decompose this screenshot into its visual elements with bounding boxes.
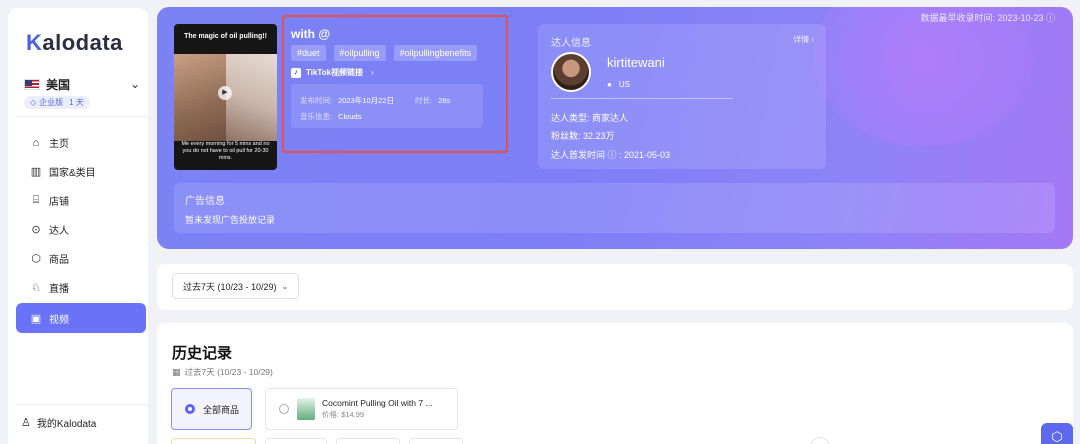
radio-selected[interactable] <box>185 404 195 414</box>
creator-info-header: 达人信息 <box>551 38 591 49</box>
history-section: 历史记录 ▦ 过去7天 (10/23 - 10/29) 全部商品 Cocomint… <box>157 323 1073 444</box>
product-price: 价格: $14.99 <box>322 410 365 419</box>
sidebar-divider <box>16 116 148 117</box>
product-thumbnail <box>297 398 315 420</box>
hashtag[interactable]: #oilpullingbenefits <box>393 45 478 61</box>
video-meta: 发布时间: 2023年10月22日 时长: 28s 音乐信息: Clouds <box>291 84 483 128</box>
hashtag[interactable]: #duet <box>291 45 326 61</box>
creator-type: 达人类型: 商家达人 <box>551 113 629 123</box>
bank-icon: ▥ <box>30 166 42 178</box>
ad-info-text: 暂未发现广告投放记录 <box>185 215 276 225</box>
store-icon: ⌸ <box>32 194 40 206</box>
ad-info-header: 广告信息 <box>185 196 225 207</box>
tiktok-video-link[interactable]: ♪ TikTok视频链接 › <box>291 67 374 78</box>
sidebar-nav: ⌂ 主页 ▥ 国家&类目 ⌸ 店铺 ⊙ 达人 ⬡ 商品 ♘ 直播 ▣ 视频 <box>16 128 146 333</box>
duration: 28s <box>438 96 451 105</box>
tiktok-icon: ♪ <box>291 67 301 78</box>
music-info: Clouds <box>338 112 362 121</box>
pin-icon: ⊙ <box>31 224 41 236</box>
us-flag-icon <box>24 78 40 90</box>
creator-location: ● US <box>607 80 630 89</box>
sidebar-item-home[interactable]: ⌂ 主页 <box>16 128 146 157</box>
thumbnail-left-frame <box>174 54 226 141</box>
metric-tab[interactable] <box>409 438 463 444</box>
history-title: 历史记录 <box>172 345 233 362</box>
creator-avatar[interactable] <box>551 52 591 92</box>
sidebar-item-video[interactable]: ▣ 视频 <box>16 303 146 333</box>
thumbnail-caption: Me every morning for 5 mins and no you d… <box>181 141 270 161</box>
hashtag[interactable]: #oilpulling <box>333 45 386 61</box>
creator-divider <box>551 98 733 99</box>
calendar-icon: ▦ <box>172 366 181 377</box>
location-pin-icon: ● <box>607 80 612 89</box>
hero-glow <box>813 7 1033 147</box>
my-kalodata-link[interactable]: ♙ 我的Kalodata <box>21 415 96 430</box>
option-product[interactable]: Cocomint Pulling Oil with 7 ... 价格: $14.… <box>265 388 458 430</box>
date-range-dropdown[interactable]: 过去7天 (10/23 - 10/29) ⌄ <box>172 273 300 299</box>
data-update-time: 数据最早收录时间: 2023-10-23 ⓘ <box>920 13 1055 23</box>
sidebar-item-country-category[interactable]: ▥ 国家&类目 <box>16 157 146 186</box>
video-title: with @ <box>291 27 331 41</box>
ad-info-card: 广告信息 暂未发现广告投放记录 <box>174 183 1055 233</box>
radio-unselected[interactable] <box>279 404 289 414</box>
metric-tab[interactable] <box>336 438 400 444</box>
chevron-down-icon: ⌄ <box>281 281 289 291</box>
creator-followers: 粉丝数: 32.23万 <box>551 131 615 141</box>
metric-tab[interactable] <box>265 438 327 444</box>
hashtag-list: #duet #oilpulling #oilpullingbenefits <box>291 45 485 61</box>
creator-first-post: 达人首发时间 ⓘ : 2021-05-03 <box>551 150 671 160</box>
user-icon: ♙ <box>21 417 31 429</box>
sidebar-item-creator[interactable]: ⊙ 达人 <box>16 215 146 244</box>
sidebar-item-product[interactable]: ⬡ 商品 <box>16 244 146 273</box>
option-all-products[interactable]: 全部商品 <box>171 388 252 430</box>
region-name: 美国 <box>46 77 71 92</box>
sidebar-item-shop[interactable]: ⌸ 店铺 <box>16 186 146 215</box>
video-thumbnail[interactable]: The magic of oil pulling!! ▶ Me every mo… <box>174 24 277 170</box>
box-icon: ⬡ <box>31 253 41 265</box>
kalodata-logo[interactable]: Kalodata <box>26 30 123 56</box>
chevron-down-icon[interactable]: ⌄ <box>130 77 140 91</box>
creator-name[interactable]: kirtitewani <box>607 55 665 70</box>
history-subtitle: ▦ 过去7天 (10/23 - 10/29) <box>172 366 273 378</box>
date-filter-bar: 过去7天 (10/23 - 10/29) ⌄ <box>157 264 1073 310</box>
product-name: Cocomint Pulling Oil with 7 ... <box>322 398 433 408</box>
video-icon: ▣ <box>30 312 42 325</box>
video-hero-panel: 数据最早收录时间: 2023-10-23 ⓘ The magic of oil … <box>157 7 1073 249</box>
creator-detail-link[interactable]: 详情 › <box>793 34 814 45</box>
thumbnail-right-frame <box>226 54 277 141</box>
sidebar-item-live[interactable]: ♘ 直播 <box>16 273 146 302</box>
diamond-icon: ◇ <box>30 98 37 107</box>
live-icon: ♘ <box>31 282 41 294</box>
region-selector[interactable]: 美国 ⌄ ◇ 企业版 1 天 <box>24 76 140 109</box>
metric-tab[interactable] <box>171 438 256 444</box>
chevron-right-icon: › <box>371 68 374 77</box>
floating-box-icon[interactable]: ⬡ <box>1041 423 1073 444</box>
play-icon[interactable]: ▶ <box>218 86 232 100</box>
sidebar-bottom-divider <box>16 404 148 405</box>
plan-badge: ◇ 企业版 1 天 <box>24 96 90 109</box>
creator-info-card: 达人信息 详情 › kirtitewani ● US 达人类型: 商家达人 粉丝数… <box>538 24 826 169</box>
home-icon: ⌂ <box>32 136 40 149</box>
thumbnail-title: The magic of oil pulling!! <box>184 33 267 40</box>
publish-date: 2023年10月22日 <box>338 96 394 105</box>
sidebar: Kalodata 美国 ⌄ ◇ 企业版 1 天 ⌂ 主页 ▥ 国家&类目 ⌸ 店铺 ⊙… <box>8 8 148 444</box>
